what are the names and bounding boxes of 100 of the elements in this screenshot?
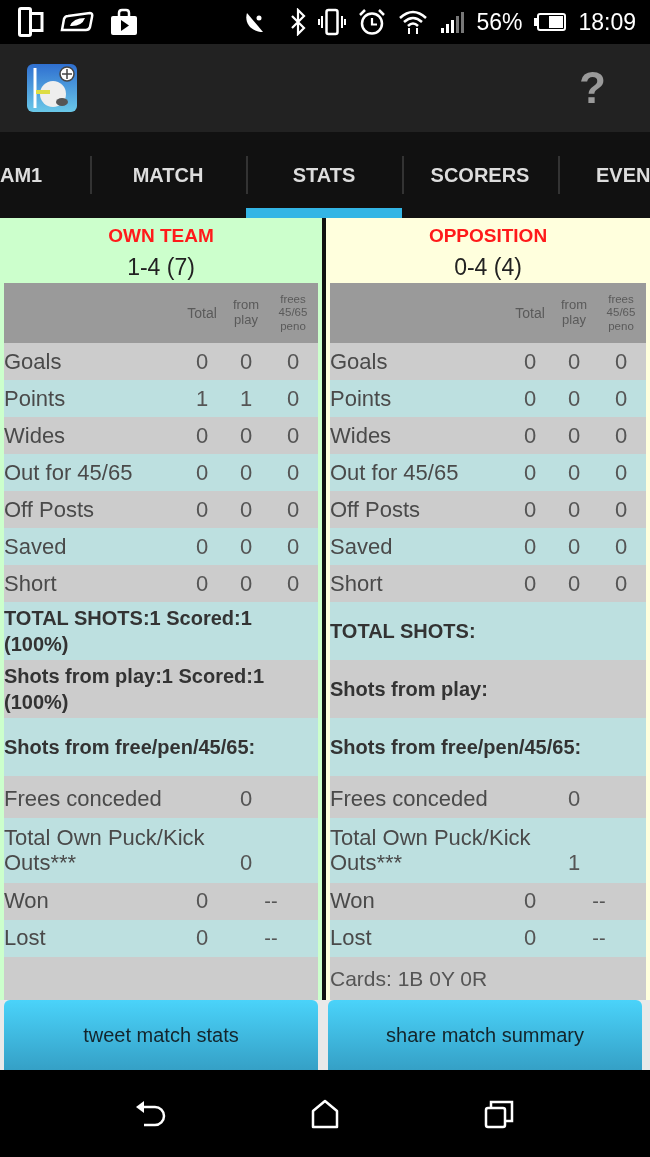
column-header: frees 45/65 peno: [277, 293, 309, 333]
tab[interactable]: AM1: [0, 132, 90, 218]
stat-value: 0: [522, 570, 538, 597]
column-header: Total: [514, 304, 546, 322]
stat-label: Out for 45/65: [330, 459, 460, 486]
stat-label: Frees conceded: [330, 785, 489, 811]
stat-value: 0: [194, 459, 210, 486]
stat-value: 0: [566, 496, 582, 523]
stat-value: 0: [238, 422, 254, 449]
stat-value: 0: [285, 570, 301, 597]
stat-value: 0: [522, 422, 538, 449]
column-header: from play: [232, 298, 260, 328]
stat-value: 1: [566, 850, 582, 876]
stat-label: Points: [330, 385, 393, 412]
stat-value: 0: [194, 422, 210, 449]
stat-value: 0: [238, 850, 254, 876]
ball-logo-icon: [27, 64, 77, 112]
stat-value: 0: [613, 348, 629, 375]
stat-label: Points: [4, 385, 67, 412]
stat-label: Short: [330, 570, 384, 597]
stat-label: Won: [330, 888, 376, 914]
stat-value: 0: [613, 533, 629, 560]
stat-value: 0: [194, 496, 210, 523]
shopping-bag-icon: [110, 8, 138, 36]
stat-label: Frees conceded: [4, 785, 163, 811]
stat-value: 0: [613, 385, 629, 412]
stat-label: Wides: [4, 422, 67, 449]
stat-label: Out for 45/65: [4, 459, 134, 486]
stat-value: 0: [285, 348, 301, 375]
team-score: 0-4 (4): [453, 253, 523, 282]
battery-percent: 56%: [476, 10, 523, 34]
stat-value: 0: [238, 533, 254, 560]
stat-value: 0: [522, 459, 538, 486]
stat-label: Total Own Puck/Kick Outs***: [330, 825, 532, 876]
signal-icon: [440, 11, 465, 33]
stat-value: 0: [238, 459, 254, 486]
team-score: 1-4 (7): [126, 253, 196, 282]
leaf-icon: [60, 11, 94, 33]
stat-value: 0: [566, 533, 582, 560]
tab[interactable]: SCORERS: [402, 132, 558, 218]
stat-value: 1: [238, 385, 254, 412]
team-title: OWN TEAM: [107, 224, 215, 248]
stat-label: Saved: [4, 533, 68, 560]
stat-label: Off Posts: [4, 496, 96, 523]
stat-label: Off Posts: [330, 496, 422, 523]
stat-value: 0: [566, 570, 582, 597]
stat-value: 0: [238, 348, 254, 375]
stat-value: 0: [613, 570, 629, 597]
stat-label: Lost: [330, 925, 373, 951]
recent-apps-icon[interactable]: [484, 1098, 514, 1129]
stat-value: 0: [285, 385, 301, 412]
shots-summary: Shots from free/pen/45/65:: [4, 718, 318, 776]
stat-label: Saved: [330, 533, 394, 560]
team-title: OPPOSITION: [427, 224, 549, 248]
stat-label: Goals: [4, 348, 63, 375]
stat-value: 0: [522, 888, 538, 914]
stat-label: Short: [4, 570, 58, 597]
column-header: frees 45/65 peno: [605, 293, 637, 333]
tab[interactable]: EVEN: [558, 132, 650, 218]
stat-value: 0: [194, 533, 210, 560]
shots-summary: TOTAL SHOTS:1 Scored:1 (100%): [4, 602, 318, 660]
action-button[interactable]: share match summary: [328, 1000, 642, 1070]
stat-value: 0: [566, 785, 582, 811]
shots-summary: Shots from free/pen/45/65:: [330, 718, 646, 776]
stat-value: 0: [522, 496, 538, 523]
stat-value: 0: [522, 533, 538, 560]
clock-time: 18:09: [578, 10, 636, 34]
action-button[interactable]: tweet match stats: [4, 1000, 318, 1070]
stat-value: 0: [238, 570, 254, 597]
stat-label: Won: [4, 888, 50, 914]
stat-value: 0: [613, 459, 629, 486]
stat-value: 0: [238, 785, 254, 811]
stat-label: Lost: [4, 925, 47, 951]
stat-value: 0: [522, 348, 538, 375]
stat-value: 0: [194, 888, 210, 914]
column-header: Total: [186, 304, 218, 322]
stat-value: 0: [194, 348, 210, 375]
stat-value: 0: [613, 422, 629, 449]
help-button[interactable]: ?: [575, 66, 610, 110]
home-icon[interactable]: [311, 1098, 339, 1129]
wifi-icon: [398, 9, 429, 35]
stat-value: 0: [238, 496, 254, 523]
stat-value: 0: [194, 570, 210, 597]
stat-value: 1: [194, 385, 210, 412]
shots-summary: Shots from play:1 Scored:1 (100%): [4, 660, 318, 718]
stat-label: Total Own Puck/Kick Outs***: [4, 825, 206, 876]
back-icon[interactable]: [135, 1098, 167, 1129]
stat-value: 0: [194, 925, 210, 951]
stat-value: 0: [566, 348, 582, 375]
stat-value: 0: [285, 422, 301, 449]
shots-summary: TOTAL SHOTS:: [330, 602, 646, 660]
stat-value: --: [263, 926, 279, 952]
cards-summary: Cards: 1B 0Y 0R: [330, 956, 646, 1000]
tab[interactable]: MATCH: [90, 132, 246, 218]
stat-value: 0: [566, 385, 582, 412]
stat-label: Wides: [330, 422, 393, 449]
stat-label: Goals: [330, 348, 389, 375]
stat-value: 0: [522, 385, 538, 412]
dual-screen-icon: [18, 7, 44, 37]
bluetooth-icon: [290, 8, 307, 36]
